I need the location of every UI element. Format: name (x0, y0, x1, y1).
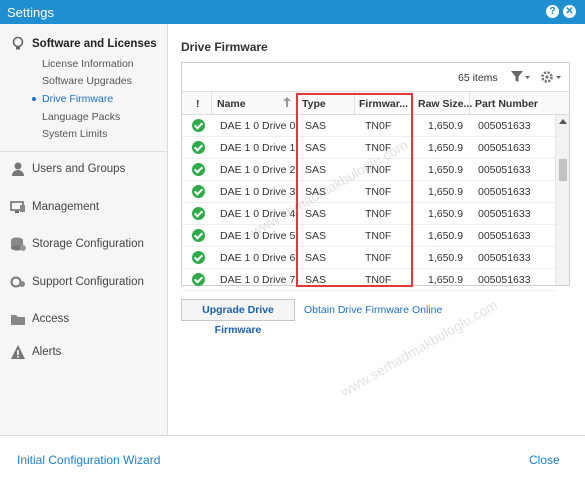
cell-raw-size: 1,650.9 (428, 186, 464, 198)
status-ok-icon (192, 273, 205, 286)
sidebar-item-language-packs[interactable]: Language Packs (42, 111, 120, 123)
sidebar-item-system-limits[interactable]: System Limits (42, 128, 107, 140)
column-header-raw-size[interactable]: Raw Size... (418, 98, 472, 110)
sidebar-item-alerts[interactable]: Alerts (10, 344, 61, 360)
cell-name: DAE 1 0 Drive 4 (220, 208, 296, 220)
window-titlebar: Settings ? ✕ (0, 0, 585, 24)
sidebar-item-access[interactable]: Access (10, 311, 69, 327)
gear-icon[interactable] (540, 69, 562, 88)
initial-configuration-wizard-link[interactable]: Initial Configuration Wizard (17, 453, 160, 467)
sidebar-item-label: Support Configuration (32, 276, 144, 288)
status-ok-icon (192, 119, 205, 132)
folder-icon (10, 311, 26, 327)
vertical-scrollbar[interactable] (555, 115, 569, 285)
cell-part-number: 005051633 (478, 186, 531, 198)
sidebar-item-management[interactable]: Management (10, 199, 99, 215)
cell-name: DAE 1 0 Drive 7 (220, 274, 296, 286)
column-header-part-number[interactable]: Part Number (475, 98, 538, 110)
cell-raw-size: 1,650.9 (428, 164, 464, 176)
sidebar-item-label: Access (32, 313, 70, 325)
help-icon[interactable]: ? (546, 5, 559, 18)
cell-raw-size: 1,650.9 (428, 142, 464, 154)
sort-arrow-icon (283, 97, 291, 110)
status-ok-icon (192, 207, 205, 220)
sidebar-item-license-information[interactable]: License Information (42, 58, 134, 70)
sidebar-item-software-licenses[interactable]: Software and Licenses (10, 36, 157, 52)
sidebar-item-support-configuration[interactable]: Support Configuration (10, 274, 144, 290)
cell-raw-size: 1,650.9 (428, 252, 464, 264)
cell-part-number: 005051633 (478, 164, 531, 176)
active-bullet (32, 97, 36, 101)
cell-part-number: 005051633 (478, 142, 531, 154)
item-count: 65 items (458, 72, 498, 84)
close-button[interactable]: Close (529, 453, 560, 467)
sidebar-item-label: Software and Licenses (32, 38, 157, 50)
column-divider (211, 92, 212, 114)
cell-part-number: 005051633 (478, 274, 531, 286)
cell-name: DAE 1 0 Drive 1 (220, 142, 296, 154)
cell-name: DAE 1 0 Drive 6 (220, 252, 296, 264)
sidebar-item-storage-configuration[interactable]: Storage Configuration (10, 236, 144, 252)
divider (0, 151, 168, 152)
monitor-icon (10, 199, 26, 215)
support-icon (10, 274, 26, 290)
sidebar: Software and Licenses License Informatio… (0, 24, 168, 435)
sidebar-item-users-groups[interactable]: Users and Groups (10, 161, 125, 177)
cell-raw-size: 1,650.9 (428, 208, 464, 220)
obtain-firmware-online-link[interactable]: Obtain Drive Firmware Online (304, 304, 442, 316)
cell-name: DAE 1 0 Drive 2 (220, 164, 296, 176)
status-ok-icon (192, 251, 205, 264)
page-title: Drive Firmware (181, 40, 268, 54)
status-ok-icon (192, 185, 205, 198)
scroll-up-icon[interactable] (559, 119, 567, 124)
cell-name: DAE 1 0 Drive 5 (220, 230, 296, 242)
footer: Initial Configuration Wizard Close (0, 435, 585, 480)
close-icon[interactable]: ✕ (563, 5, 576, 18)
cell-raw-size: 1,650.9 (428, 120, 464, 132)
warning-icon (10, 344, 26, 360)
lightbulb-icon (10, 36, 26, 52)
cell-part-number: 005051633 (478, 230, 531, 242)
column-header-status[interactable]: ! (196, 98, 200, 110)
filter-icon[interactable] (510, 70, 530, 87)
sidebar-item-label: Storage Configuration (32, 238, 144, 250)
status-ok-icon (192, 229, 205, 242)
sidebar-item-label: Alerts (32, 346, 62, 358)
cell-name: DAE 1 0 Drive 3 (220, 186, 296, 198)
cell-part-number: 005051633 (478, 252, 531, 264)
cell-raw-size: 1,650.9 (428, 230, 464, 242)
grid-toolbar: 65 items (182, 63, 569, 91)
sidebar-item-drive-firmware[interactable]: Drive Firmware (42, 93, 113, 105)
column-header-name[interactable]: Name (217, 98, 246, 110)
sidebar-item-software-upgrades[interactable]: Software Upgrades (42, 75, 132, 87)
highlight-box (296, 93, 413, 287)
cell-part-number: 005051633 (478, 208, 531, 220)
sidebar-item-label: Users and Groups (32, 163, 126, 175)
status-ok-icon (192, 141, 205, 154)
column-divider (469, 92, 470, 114)
sidebar-item-label: Management (32, 201, 100, 213)
cell-raw-size: 1,650.9 (428, 274, 464, 286)
window-title: Settings (7, 5, 54, 20)
cell-name: DAE 1 0 Drive 0 (220, 120, 296, 132)
storage-icon (10, 236, 26, 252)
status-ok-icon (192, 163, 205, 176)
cell-part-number: 005051633 (478, 120, 531, 132)
scroll-thumb[interactable] (559, 159, 567, 181)
user-icon (10, 161, 26, 177)
upgrade-drive-firmware-button[interactable]: Upgrade Drive Firmware (181, 299, 295, 336)
